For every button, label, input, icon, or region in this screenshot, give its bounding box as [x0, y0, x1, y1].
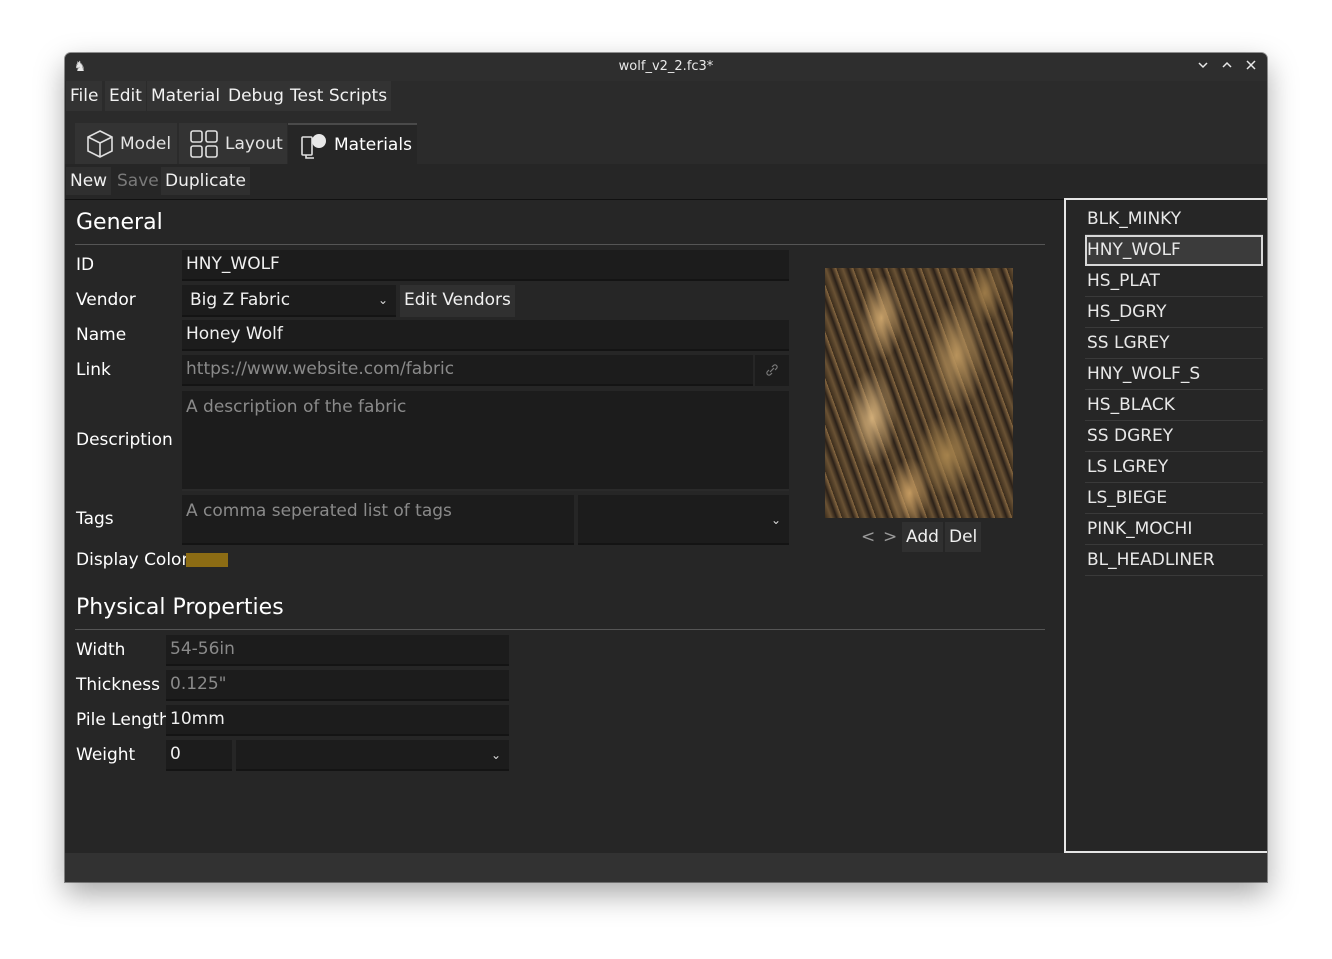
toolbar: New Save Duplicate: [65, 164, 1267, 200]
list-item[interactable]: BL_HEADLINER: [1085, 545, 1263, 576]
description-label: Description: [76, 430, 173, 450]
tab-layout[interactable]: Layout: [179, 123, 287, 164]
list-item[interactable]: SS LGREY: [1085, 328, 1263, 359]
link-input[interactable]: https://www.website.com/fabric: [182, 355, 753, 386]
width-label: Width: [76, 640, 126, 660]
list-item[interactable]: LS_BIEGE: [1085, 483, 1263, 514]
menu-debug[interactable]: Debug: [224, 81, 288, 111]
tab-materials[interactable]: Materials: [288, 123, 417, 164]
weight-unit-select[interactable]: ⌄: [236, 740, 509, 771]
name-input[interactable]: Honey Wolf: [182, 320, 789, 351]
name-label: Name: [76, 325, 127, 345]
list-item[interactable]: HNY_WOLF_S: [1085, 359, 1263, 390]
new-button[interactable]: New: [66, 167, 112, 195]
list-item[interactable]: LS LGREY: [1085, 452, 1263, 483]
menu-file[interactable]: File: [66, 81, 103, 111]
link-icon[interactable]: [755, 355, 789, 386]
title-bar: ♞ wolf_v2_2.fc3*: [65, 53, 1267, 81]
cube-icon: [87, 129, 113, 158]
display-color-label: Display Color: [76, 550, 189, 570]
tab-model[interactable]: Model: [75, 123, 177, 164]
close-icon[interactable]: [1241, 57, 1261, 77]
general-divider: [75, 244, 1045, 245]
list-item[interactable]: HS_BLACK: [1085, 390, 1263, 421]
vendor-select[interactable]: Big Z Fabric ⌄: [182, 285, 396, 317]
materials-list: BLK_MINKY HNY_WOLF HS_PLAT HS_DGRY SS LG…: [1064, 198, 1267, 853]
weight-input[interactable]: 0: [166, 740, 232, 771]
edit-vendors-button[interactable]: Edit Vendors: [400, 285, 515, 317]
chevron-down-icon: ⌄: [770, 513, 781, 527]
physical-divider: [75, 629, 1045, 630]
menu-test-scripts[interactable]: Test Scripts: [286, 81, 392, 111]
list-item[interactable]: PINK_MOCHI: [1085, 514, 1263, 545]
link-label: Link: [76, 360, 111, 380]
general-section-title: General: [76, 210, 163, 235]
description-textarea[interactable]: A description of the fabric: [182, 391, 789, 491]
physical-section-title: Physical Properties: [76, 595, 284, 620]
tab-model-label: Model: [120, 133, 172, 154]
material-image: [825, 268, 1013, 518]
thickness-label: Thickness: [76, 675, 161, 695]
tags-select[interactable]: ⌄: [578, 495, 789, 545]
chevron-down-icon[interactable]: [1193, 57, 1213, 77]
vendor-select-value: Big Z Fabric: [190, 290, 291, 310]
list-item[interactable]: SS DGREY: [1085, 421, 1263, 452]
window-title: wolf_v2_2.fc3*: [618, 59, 714, 74]
save-button[interactable]: Save: [113, 167, 163, 195]
menu-material[interactable]: Material: [147, 81, 225, 111]
tab-materials-label: Materials: [334, 134, 412, 155]
tab-layout-label: Layout: [225, 133, 283, 154]
vendor-label: Vendor: [76, 290, 136, 310]
tags-input[interactable]: A comma seperated list of tags: [182, 495, 574, 545]
add-image-button[interactable]: Add: [902, 522, 943, 552]
tags-label: Tags: [76, 509, 114, 529]
menu-edit[interactable]: Edit: [105, 81, 146, 111]
pile-length-input[interactable]: 10mm: [166, 705, 509, 736]
menu-bar: File Edit Material Debug Test Scripts: [65, 81, 1267, 111]
display-color-swatch[interactable]: [186, 553, 228, 567]
previous-image-button[interactable]: <: [861, 522, 875, 552]
list-item[interactable]: HS_PLAT: [1085, 266, 1263, 297]
chevron-up-icon[interactable]: [1217, 57, 1237, 77]
app-window: ♞ wolf_v2_2.fc3* File Edit Material Debu…: [65, 53, 1267, 882]
width-input[interactable]: 54-56in: [166, 635, 509, 666]
tab-bar: Model Layout Materials: [65, 111, 1267, 164]
status-bar: [65, 853, 1267, 882]
list-item[interactable]: BLK_MINKY: [1085, 204, 1263, 235]
materials-icon: [301, 133, 326, 159]
grid-icon: [190, 129, 218, 158]
duplicate-button[interactable]: Duplicate: [161, 167, 250, 195]
chevron-down-icon: ⌄: [490, 748, 501, 762]
id-label: ID: [76, 255, 95, 275]
next-image-button[interactable]: >: [883, 522, 897, 552]
list-item-selected[interactable]: HNY_WOLF: [1085, 235, 1263, 266]
list-item[interactable]: HS_DGRY: [1085, 297, 1263, 328]
delete-image-button[interactable]: Del: [945, 522, 982, 552]
thickness-input[interactable]: 0.125": [166, 670, 509, 701]
chevron-down-icon: ⌄: [377, 293, 388, 307]
weight-label: Weight: [76, 745, 136, 765]
pile-length-label: Pile Length: [76, 710, 170, 730]
id-input[interactable]: HNY_WOLF: [182, 250, 789, 281]
